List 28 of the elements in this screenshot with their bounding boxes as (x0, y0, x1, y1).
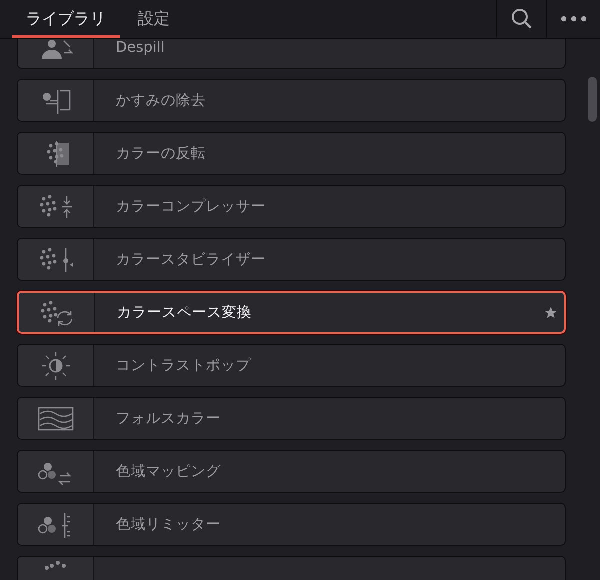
scrollbar-thumb[interactable] (588, 77, 597, 122)
effect-label: 色域マッピング (116, 463, 222, 481)
effect-item[interactable]: フォルスカラー (17, 397, 566, 440)
effect-label: カラーの反転 (116, 145, 207, 163)
effect-label: フォルスカラー (116, 410, 222, 428)
effect-item[interactable]: コントラストポップ (17, 344, 566, 387)
effect-label: かすみの除去 (116, 92, 207, 110)
effect-label: 色域リミッター (116, 516, 222, 534)
effect-item[interactable]: カラースペース変換 (17, 291, 566, 334)
effect-item[interactable]: 色域リミッター (17, 503, 566, 546)
effect-label: カラースタビライザー (116, 251, 267, 269)
effect-label: Despill (116, 40, 166, 56)
dots-icon (45, 561, 66, 570)
more-icon (560, 16, 586, 22)
contrast-icon (40, 350, 70, 380)
effect-label: カラーコンプレッサー (116, 198, 267, 216)
effect-item[interactable]: 色域マッピング (17, 450, 566, 493)
search-icon (510, 8, 532, 30)
effect-label: カラースペース変換 (117, 304, 253, 322)
effect-item[interactable]: カラースタビライザー (17, 238, 566, 281)
effect-label: コントラストポップ (116, 356, 252, 375)
effect-item[interactable]: Despill (17, 39, 566, 69)
star-icon[interactable] (544, 306, 558, 320)
tab[interactable]: 設定 (124, 0, 184, 38)
effect-item[interactable]: かすみの除去 (17, 79, 566, 122)
effect-item[interactable]: カラーコンプレッサー (17, 185, 566, 228)
effect-item[interactable]: カラーの反転 (17, 132, 566, 175)
waves-frame-icon (36, 406, 74, 432)
